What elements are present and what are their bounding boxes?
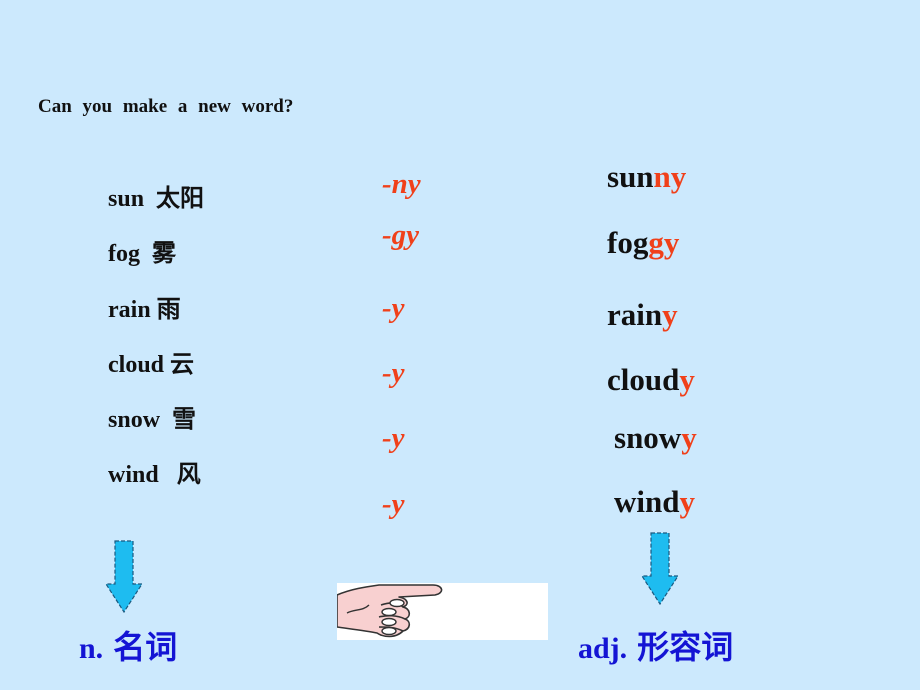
suffix-item: -y [382, 292, 405, 324]
noun-word: fog [108, 241, 140, 267]
adjective-suffix: y [662, 297, 678, 332]
adjective-base: rain [607, 297, 663, 332]
noun-translation: 雾 [152, 239, 176, 267]
adjective-item: sunny [607, 159, 686, 195]
adjective-item: foggy [607, 225, 679, 261]
pointing-hand-image [336, 583, 548, 640]
noun-abbr: n. [79, 632, 104, 665]
down-arrow-icon [104, 540, 144, 614]
noun-label-zh: 名词 [113, 628, 178, 666]
noun-translation: 风 [176, 460, 201, 488]
suffix-item: -gy [382, 219, 420, 251]
noun-word: sun [108, 186, 145, 212]
adjective-suffix: y [679, 362, 695, 397]
adjective-suffix: y [681, 420, 697, 455]
adjective-base: sun [607, 159, 654, 194]
noun-word: cloud [108, 352, 165, 378]
suffix-item: -y [382, 357, 405, 389]
adjective-base: cloud [607, 362, 680, 397]
noun-item: wind 风 [108, 454, 201, 489]
adjective-item: snowy [614, 420, 697, 456]
slide-title: Can you make a new word? [38, 96, 294, 117]
noun-translation: 太阳 [156, 184, 205, 212]
noun-translation: 雨 [156, 295, 181, 323]
adjective-suffix: ny [653, 159, 687, 194]
pointing-hand-icon [336, 584, 443, 638]
adjective-suffix: gy [648, 225, 680, 260]
adjective-base: snow [614, 420, 682, 455]
suffix-item: -ny [382, 168, 421, 200]
adjective-label: adj. 形容词 [578, 622, 733, 668]
noun-item: sun 太阳 [108, 178, 204, 213]
noun-item: snow 雪 [108, 399, 196, 434]
adjective-base: fog [607, 225, 649, 260]
noun-item: cloud 云 [108, 344, 194, 379]
adjective-item: cloudy [607, 362, 695, 398]
noun-translation: 雪 [172, 405, 197, 433]
noun-word: snow [108, 407, 161, 433]
adjective-label-zh: 形容词 [637, 628, 734, 666]
down-arrow-icon [640, 532, 680, 606]
adjective-suffix: y [679, 484, 695, 519]
suffix-item: -y [382, 422, 405, 454]
noun-item: fog 雾 [108, 233, 176, 268]
adjective-base: wind [614, 484, 680, 519]
adjective-item: rainy [607, 297, 678, 333]
suffix-item: -y [382, 488, 405, 520]
noun-translation: 云 [170, 350, 195, 378]
adjective-abbr: adj. [578, 632, 628, 665]
noun-word: rain [108, 297, 151, 323]
noun-word: wind [108, 462, 159, 488]
noun-item: rain 雨 [108, 289, 181, 324]
noun-label: n. 名词 [79, 622, 177, 668]
adjective-item: windy [614, 484, 695, 520]
